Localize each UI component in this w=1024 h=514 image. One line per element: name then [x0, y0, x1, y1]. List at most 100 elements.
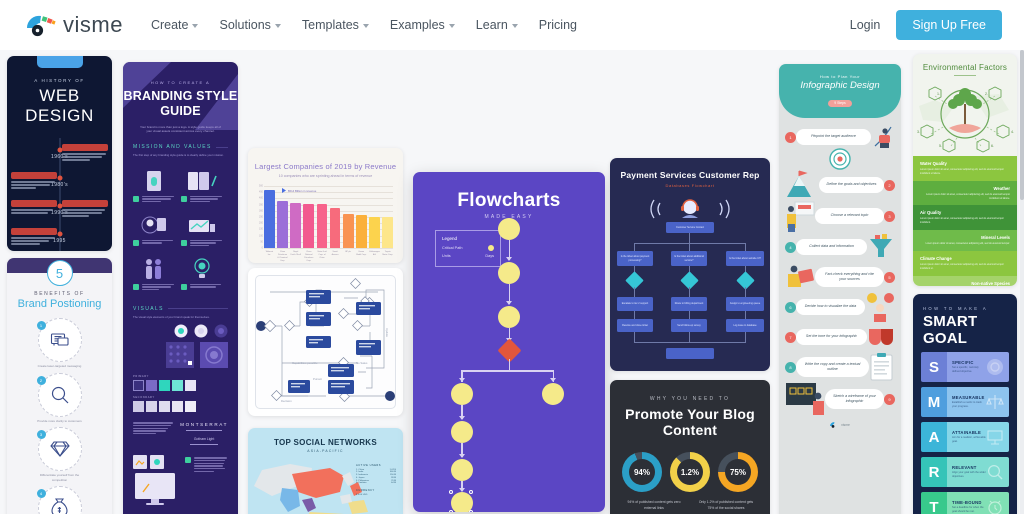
- login-link[interactable]: Login: [850, 18, 881, 32]
- template-card-branding-style-guide[interactable]: HOW TO CREATE A BRANDING STYLE GUIDE You…: [123, 62, 238, 514]
- benefit-item: 2 Provide more clarity to customers: [36, 372, 84, 424]
- template-gallery[interactable]: A HISTORY OF WEB DESIGN 1960's 1980's 19…: [0, 50, 1024, 514]
- visme-logo[interactable]: visme: [24, 12, 123, 38]
- nav-label: Templates: [301, 18, 359, 32]
- env-row-mineral-levels: Mineral Levels Lorem ipsum dolor sit ame…: [913, 230, 1017, 251]
- template-card-smart-goal[interactable]: HOW TO MAKE A SMART GOAL S SPECIFIC Set …: [913, 294, 1017, 514]
- resize-handle[interactable]: [469, 490, 473, 494]
- chart-bar: [355, 215, 367, 248]
- step-3: Choose a relevant topic 3: [785, 200, 895, 232]
- template-card-revenue-chart[interactable]: Largest Companies of 2019 by Revenue 10 …: [248, 148, 403, 263]
- note-row: $ 0.00 USD: [356, 494, 396, 496]
- benefit-number: 1: [36, 321, 46, 330]
- step-number: 9: [884, 393, 895, 405]
- y-tick: 400: [259, 196, 263, 200]
- legend-row: 1. China 1.02 B: [356, 469, 396, 471]
- y-tick: 200: [259, 221, 263, 225]
- row-body: Lorem ipsum dolor sit amet, consectetur …: [920, 168, 1004, 175]
- archer-icon: [874, 126, 892, 148]
- benefit-count: 5: [46, 260, 73, 286]
- flow-box: Assign to engineering queue: [726, 297, 764, 311]
- chart-bar: [290, 203, 302, 248]
- legend-row: Critical Path: [442, 245, 494, 251]
- nav-label: Solutions: [219, 18, 271, 32]
- note-value: $ 0.00 USD: [356, 493, 368, 496]
- flow-box: Escalate to tier 2 support: [617, 297, 653, 311]
- template-card-brand-positioning[interactable]: 5 BENEFITS OF Brand Postioning 1 Create …: [7, 258, 112, 514]
- chart-title: Largest Companies of 2019 by Revenue: [254, 162, 397, 171]
- section-header: MISSION AND VALUES: [133, 144, 228, 150]
- template-card-environmental-factors[interactable]: Environmental Factors 1. 2. 3. 4. 5. 6. …: [913, 54, 1017, 286]
- legend-row: Units Days: [442, 254, 494, 258]
- typography-block: MONTSERRAT Gotham Light: [133, 422, 228, 446]
- sign-up-free-button[interactable]: Sign Up Free: [896, 10, 1002, 40]
- guide-item: [133, 164, 181, 208]
- chart-bars: [264, 186, 394, 248]
- flow-node[interactable]: [542, 383, 564, 405]
- y-tick: 350: [259, 203, 263, 207]
- flow-node[interactable]: [498, 262, 520, 284]
- flow-node[interactable]: [451, 421, 473, 443]
- template-card-social-map[interactable]: TOP SOCIAL NETWORKS ASIA-PACIFIC ACTIVE …: [248, 428, 403, 514]
- nav-item-templates[interactable]: Templates: [302, 18, 369, 32]
- template-card-activity-diagram[interactable]: Capabilities possible No Sales Pursuit D…: [248, 268, 403, 416]
- funnel-icon: [870, 234, 892, 257]
- chart-bar: [316, 204, 328, 248]
- chevron-down-icon: [274, 24, 281, 28]
- smart-letter: T: [929, 498, 939, 514]
- smart-desc: Set a specific, narrowly defined objecti…: [952, 366, 979, 374]
- chart-annotation: $514 Billion in revenue: [282, 188, 316, 193]
- timeline-entry: [11, 228, 57, 246]
- nav-label: Pricing: [538, 18, 577, 32]
- svg-text:3.: 3.: [917, 130, 920, 134]
- legend-row: 2. India 560 M: [356, 471, 396, 473]
- nav-item-create[interactable]: Create: [151, 18, 199, 32]
- flow-node[interactable]: [451, 459, 473, 481]
- row-body: Lorem ipsum dolor sit amet, consectetur …: [920, 217, 1004, 225]
- flow-node[interactable]: [498, 306, 520, 328]
- page-scrollbar-track[interactable]: [1020, 50, 1024, 514]
- card-title: Infographic Design: [800, 80, 880, 91]
- presentation-icon: [987, 430, 1003, 445]
- legend-title: Legend: [442, 236, 458, 241]
- mockup-block: [133, 455, 228, 511]
- template-card-infographic-design[interactable]: How to Plan Your Infographic Design 9 St…: [779, 64, 901, 514]
- card-subtitle: ASIA-PACIFIC: [307, 449, 344, 453]
- chart-bar: [264, 190, 275, 248]
- step-text: Set the tone for your infographic: [796, 329, 867, 345]
- smart-heading: SPECIFIC: [952, 359, 974, 365]
- y-tick: 500: [259, 184, 263, 188]
- legend-value: 150 M: [389, 474, 396, 477]
- card-kicker: A HISTORY OF: [34, 78, 85, 83]
- flow-node[interactable]: [451, 383, 473, 405]
- chart-subtitle: 10 companies who are sprinting ahead in …: [278, 174, 373, 178]
- logo-wordmark: visme: [63, 12, 123, 37]
- flow-node-selected[interactable]: [451, 492, 473, 512]
- nav-item-pricing[interactable]: Pricing: [539, 18, 577, 32]
- target-icon: [987, 359, 1003, 375]
- svg-text:Decision: Decision: [281, 399, 292, 403]
- chart-x-labels: Walmart Inc. China Petroleum & Chemical …: [264, 251, 393, 263]
- template-card-web-design[interactable]: A HISTORY OF WEB DESIGN 1960's 1980's 19…: [7, 56, 112, 251]
- env-row-non-native-species: Non-native Species Lorem ipsum dolor sit…: [913, 275, 1017, 286]
- section-rule: [215, 146, 228, 148]
- flow-connector: [461, 370, 554, 372]
- template-card-payment-services[interactable]: Payment Services Customer Rep Databases …: [610, 158, 770, 371]
- timeline-entry: [11, 172, 57, 190]
- template-card-promote-blog[interactable]: WHY YOU NEED TO Promote Your Blog Conten…: [610, 380, 770, 514]
- nav-item-learn[interactable]: Learn: [476, 18, 518, 32]
- nav-item-examples[interactable]: Examples: [390, 18, 455, 32]
- smart-heading: ATTAINABLE: [952, 429, 982, 435]
- flow-node[interactable]: [498, 218, 520, 240]
- legend-key: Units: [442, 254, 451, 258]
- template-card-flowcharts[interactable]: Flowcharts MADE EASY Legend Critical Pat…: [413, 172, 605, 512]
- step-text: Collect data and information: [796, 239, 867, 255]
- logo-variants: [133, 324, 228, 338]
- legend-row: 4. Japan 99 M: [356, 477, 396, 479]
- resize-handle[interactable]: [449, 490, 453, 494]
- row-title: Climate Change: [920, 255, 952, 261]
- page-scrollbar-thumb[interactable]: [1020, 50, 1024, 200]
- svg-text:Capabilities possible: Capabilities possible: [292, 361, 318, 365]
- nav-item-solutions[interactable]: Solutions: [219, 18, 281, 32]
- smart-letter: R: [928, 463, 940, 481]
